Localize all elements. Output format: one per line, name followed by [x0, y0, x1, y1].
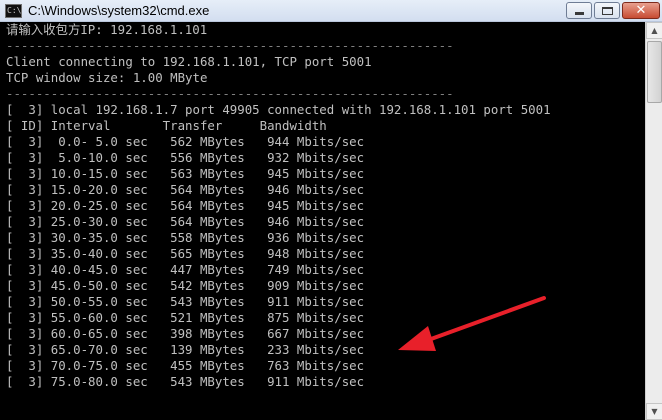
scroll-up-icon: ▲: [651, 26, 658, 35]
console-line: [ 3] 75.0-80.0 sec 543 MBytes 911 Mbits/…: [6, 374, 365, 389]
minimize-icon: [575, 12, 584, 15]
console-line: [ 3] 30.0-35.0 sec 558 MBytes 936 Mbits/…: [6, 230, 365, 245]
console-line: [ 3] 45.0-50.0 sec 542 MBytes 909 Mbits/…: [6, 278, 365, 293]
console-line: [ 3] 60.0-65.0 sec 398 MBytes 667 Mbits/…: [6, 326, 365, 341]
console-line: 请输入收包方IP: 192.168.1.101: [6, 22, 208, 37]
separator-line: ----------------------------------------…: [6, 38, 454, 53]
scroll-up-button[interactable]: ▲: [646, 22, 662, 39]
console-line: [ 3] 70.0-75.0 sec 455 MBytes 763 Mbits/…: [6, 358, 365, 373]
close-button[interactable]: ✕: [622, 2, 660, 19]
console-line: [ 3] 50.0-55.0 sec 543 MBytes 911 Mbits/…: [6, 294, 365, 309]
console-line: [ 3] 65.0-70.0 sec 139 MBytes 233 Mbits/…: [6, 342, 365, 357]
console-line: [ 3] 20.0-25.0 sec 564 MBytes 945 Mbits/…: [6, 198, 365, 213]
window-title: C:\Windows\system32\cmd.exe: [28, 3, 210, 18]
console-line: [ 3] 40.0-45.0 sec 447 MBytes 749 Mbits/…: [6, 262, 365, 277]
vertical-scrollbar[interactable]: ▲ ▼: [645, 22, 662, 420]
console-line: TCP window size: 1.00 MByte: [6, 70, 208, 85]
console-line: [ 3] 55.0-60.0 sec 521 MBytes 875 Mbits/…: [6, 310, 365, 325]
console-line: [ 3] 5.0-10.0 sec 556 MBytes 932 Mbits/s…: [6, 150, 365, 165]
scroll-down-button[interactable]: ▼: [646, 403, 662, 420]
maximize-icon: [602, 7, 613, 15]
maximize-button[interactable]: [594, 2, 620, 19]
title-bar[interactable]: C:\ C:\Windows\system32\cmd.exe ✕: [0, 0, 662, 22]
scroll-down-icon: ▼: [651, 407, 658, 416]
console-line: [ 3] 25.0-30.0 sec 564 MBytes 946 Mbits/…: [6, 214, 365, 229]
console-line: [ 3] 15.0-20.0 sec 564 MBytes 946 Mbits/…: [6, 182, 365, 197]
console-line: Client connecting to 192.168.1.101, TCP …: [6, 54, 372, 69]
minimize-button[interactable]: [566, 2, 592, 19]
console-line: [ 3] 0.0- 5.0 sec 562 MBytes 944 Mbits/s…: [6, 134, 365, 149]
cmd-window: C:\ C:\Windows\system32\cmd.exe ✕ 请输入收包方…: [0, 0, 662, 420]
separator-line: ----------------------------------------…: [6, 86, 454, 101]
scrollbar-thumb[interactable]: [647, 41, 662, 103]
console-line: [ ID] Interval Transfer Bandwidth: [6, 118, 327, 133]
console-line: [ 3] 10.0-15.0 sec 563 MBytes 945 Mbits/…: [6, 166, 365, 181]
console-line: [ 3] local 192.168.1.7 port 49905 connec…: [6, 102, 551, 117]
close-icon: ✕: [635, 3, 647, 18]
console-line: [ 3] 35.0-40.0 sec 565 MBytes 948 Mbits/…: [6, 246, 365, 261]
cmd-icon[interactable]: C:\: [5, 4, 22, 18]
console-output[interactable]: 请输入收包方IP: 192.168.1.101 -----------------…: [0, 22, 645, 420]
